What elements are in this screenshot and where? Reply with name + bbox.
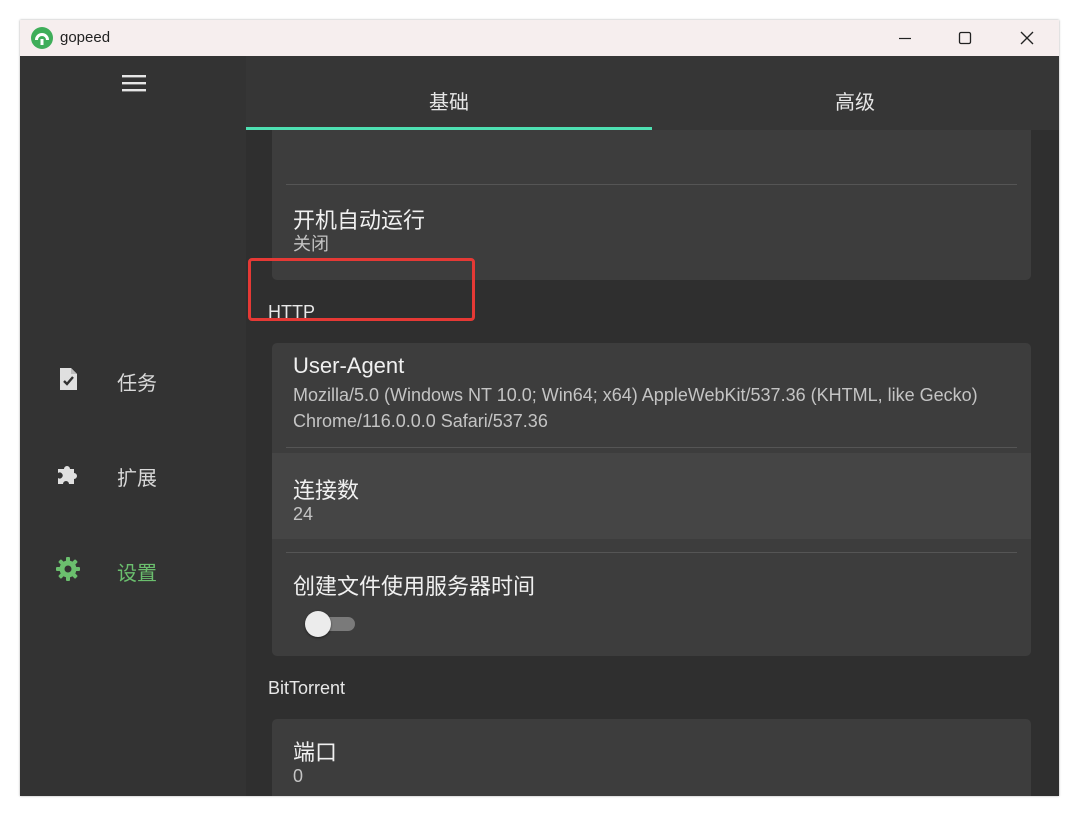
settings-content: 基础 高级 开机自动运行 关闭 HTTP User-Agent Mozilla/… — [246, 56, 1059, 796]
close-button[interactable] — [997, 20, 1057, 56]
minimize-icon — [899, 37, 911, 40]
user-agent-title: User-Agent — [293, 353, 405, 378]
autostart-value: 关闭 — [293, 234, 329, 254]
server-time-toggle[interactable] — [305, 611, 355, 637]
connections-value: 24 — [293, 504, 314, 524]
task-file-check-icon — [60, 368, 77, 390]
bittorrent-settings-card: 端口 0 — [272, 719, 1031, 796]
hamburger-menu-icon[interactable] — [121, 73, 147, 93]
sidebar-item-tasks[interactable]: 任务 — [20, 350, 246, 406]
server-time-setting[interactable]: 创建文件使用服务器时间 — [272, 553, 1031, 656]
settings-scroll-area[interactable]: 开机自动运行 关闭 HTTP User-Agent Mozilla/5.0 (W… — [246, 130, 1059, 796]
divider — [286, 447, 1017, 448]
tab-bar: 基础 高级 — [246, 56, 1059, 130]
tab-basic[interactable]: 基础 — [246, 56, 652, 130]
section-label-bittorrent: BitTorrent — [268, 678, 346, 698]
close-icon — [1020, 31, 1034, 45]
title-bar[interactable]: gopeed — [20, 20, 1059, 56]
app-window: gopeed 任务 扩展 设置 基础 高级 开机自动运行 关闭 HTTP Use… — [20, 20, 1059, 796]
annotation-highlight-box — [248, 258, 475, 321]
maximize-button[interactable] — [935, 20, 995, 56]
sidebar: 任务 扩展 设置 — [20, 56, 246, 796]
puzzle-piece-icon — [58, 466, 77, 484]
gopeed-logo-icon — [31, 27, 53, 49]
connections-setting[interactable]: 连接数 24 — [272, 453, 1031, 539]
sidebar-item-extensions[interactable]: 扩展 — [20, 445, 246, 501]
sidebar-item-settings[interactable]: 设置 — [20, 540, 246, 596]
sidebar-item-label: 扩展 — [117, 468, 157, 490]
window-title: gopeed — [60, 29, 111, 46]
port-value: 0 — [293, 766, 304, 786]
maximize-icon — [958, 31, 972, 45]
toggle-thumb — [305, 611, 331, 637]
user-agent-setting[interactable]: User-Agent Mozilla/5.0 (Windows NT 10.0;… — [272, 343, 1031, 447]
gear-icon — [56, 557, 80, 581]
sidebar-item-label: 设置 — [117, 563, 157, 585]
user-agent-value: Mozilla/5.0 (Windows NT 10.0; Win64; x64… — [293, 385, 978, 431]
http-settings-card: User-Agent Mozilla/5.0 (Windows NT 10.0;… — [272, 343, 1031, 656]
port-setting[interactable]: 端口 0 — [272, 719, 1031, 796]
server-time-title: 创建文件使用服务器时间 — [293, 574, 536, 599]
minimize-button[interactable] — [875, 20, 935, 56]
sidebar-item-label: 任务 — [117, 373, 157, 395]
tab-advanced[interactable]: 高级 — [652, 56, 1058, 130]
